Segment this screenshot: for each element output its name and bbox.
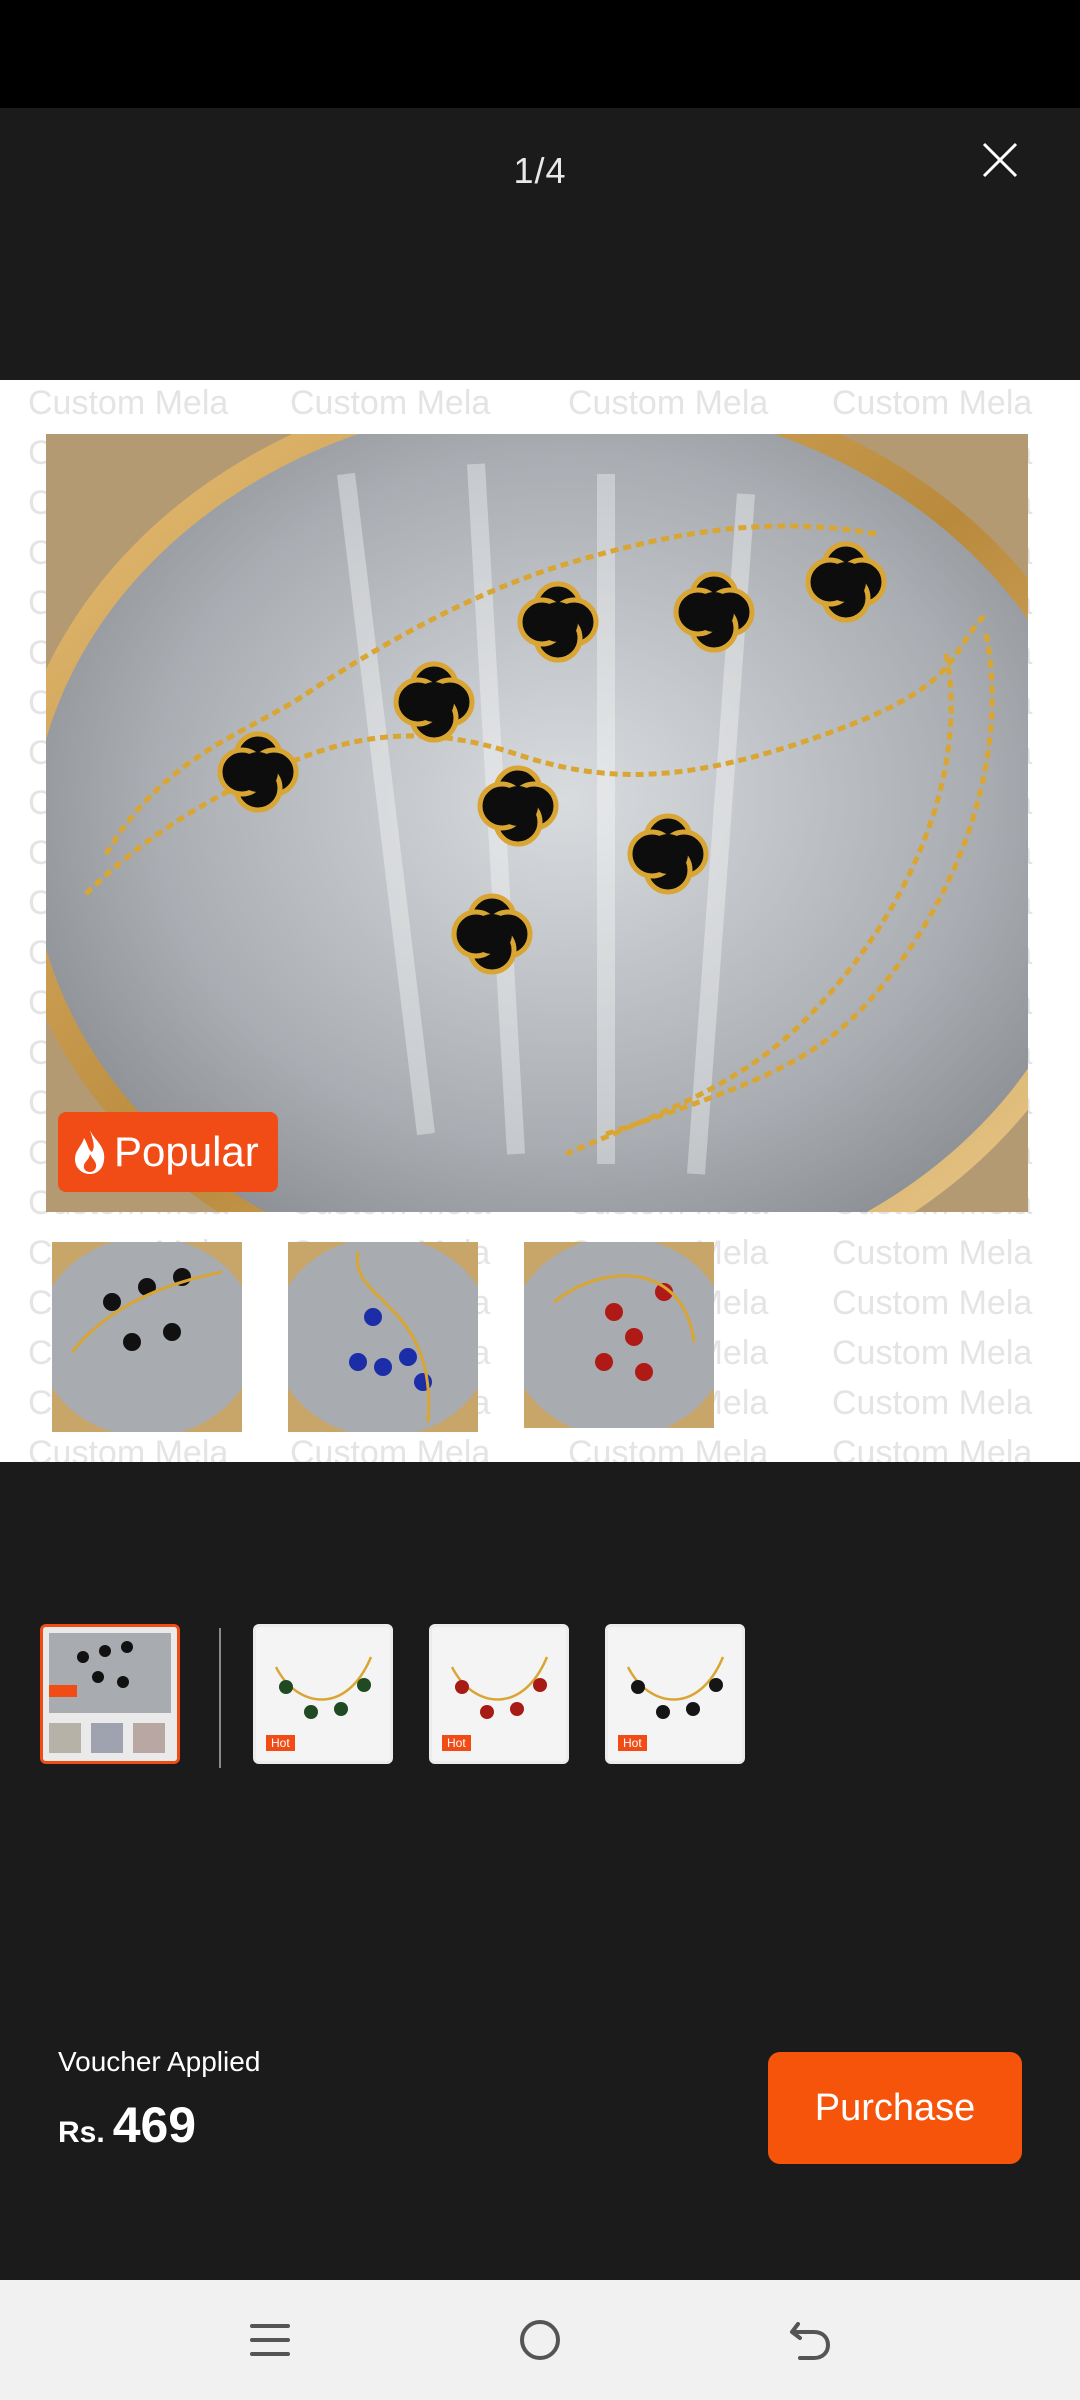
product-image-main[interactable]: [46, 434, 1028, 1212]
price: Rs. 469: [58, 2096, 196, 2154]
watermark-text: Custom Mela: [832, 1384, 1033, 1422]
variant-thumb-black: [52, 1242, 242, 1432]
hot-tag: Hot: [266, 1735, 295, 1751]
price-currency: Rs.: [58, 2116, 105, 2149]
filmstrip-divider: [219, 1628, 221, 1768]
watermark-text: Custom Mela: [568, 384, 769, 422]
watermark-text: Custom Mela: [832, 1334, 1033, 1372]
purchase-button[interactable]: Purchase: [768, 2052, 1022, 2164]
close-icon: [982, 142, 1018, 178]
watermark-text: Custom Mela: [832, 384, 1033, 422]
gallery-thumb-2[interactable]: Hot: [253, 1624, 393, 1764]
gallery-filmstrip: Hot Hot Hot: [0, 1620, 1080, 1780]
back-icon: [790, 2322, 831, 2360]
watermark-text: Custom Mela: [832, 1284, 1033, 1322]
price-amount: 469: [112, 2097, 197, 2153]
watermark-text: Custom Mela: [28, 384, 229, 422]
home-icon: [520, 2320, 560, 2360]
variant-thumb-blue: [288, 1242, 478, 1432]
menu-button[interactable]: [240, 2310, 300, 2370]
flame-icon: [75, 1130, 105, 1174]
home-button[interactable]: [510, 2310, 570, 2370]
status-bar: [0, 0, 1080, 108]
image-viewer[interactable]: Custom Mela Custom Mela Custom Mela Custom …: [0, 380, 1080, 1462]
close-button[interactable]: [960, 120, 1040, 200]
hot-tag: Hot: [442, 1735, 471, 1751]
watermark-text: Custom Mela: [290, 384, 491, 422]
viewer-header: [0, 108, 1080, 380]
watermark-text: Custom Mela: [568, 1434, 769, 1462]
variant-thumb-red: [524, 1242, 714, 1428]
watermark-text: Custom Mela: [290, 1434, 491, 1462]
watermark-text: Custom Mela: [28, 1434, 229, 1462]
menu-icon: [250, 2324, 290, 2356]
watermark-text: Custom Mela: [832, 1434, 1033, 1462]
back-button[interactable]: [780, 2310, 840, 2370]
hot-tag: Hot: [618, 1735, 647, 1751]
gallery-thumb-4[interactable]: Hot: [605, 1624, 745, 1764]
popular-badge-label: Popular: [114, 1128, 259, 1175]
watermark-text: Custom Mela: [832, 1234, 1033, 1272]
gallery-thumb-3[interactable]: Hot: [429, 1624, 569, 1764]
page-counter: 1/4: [513, 150, 567, 191]
voucher-label: Voucher Applied: [58, 2046, 261, 2077]
gallery-thumb-1[interactable]: [40, 1624, 180, 1764]
system-nav-bar: [0, 2280, 1080, 2400]
popular-badge: Popular: [58, 1112, 278, 1192]
